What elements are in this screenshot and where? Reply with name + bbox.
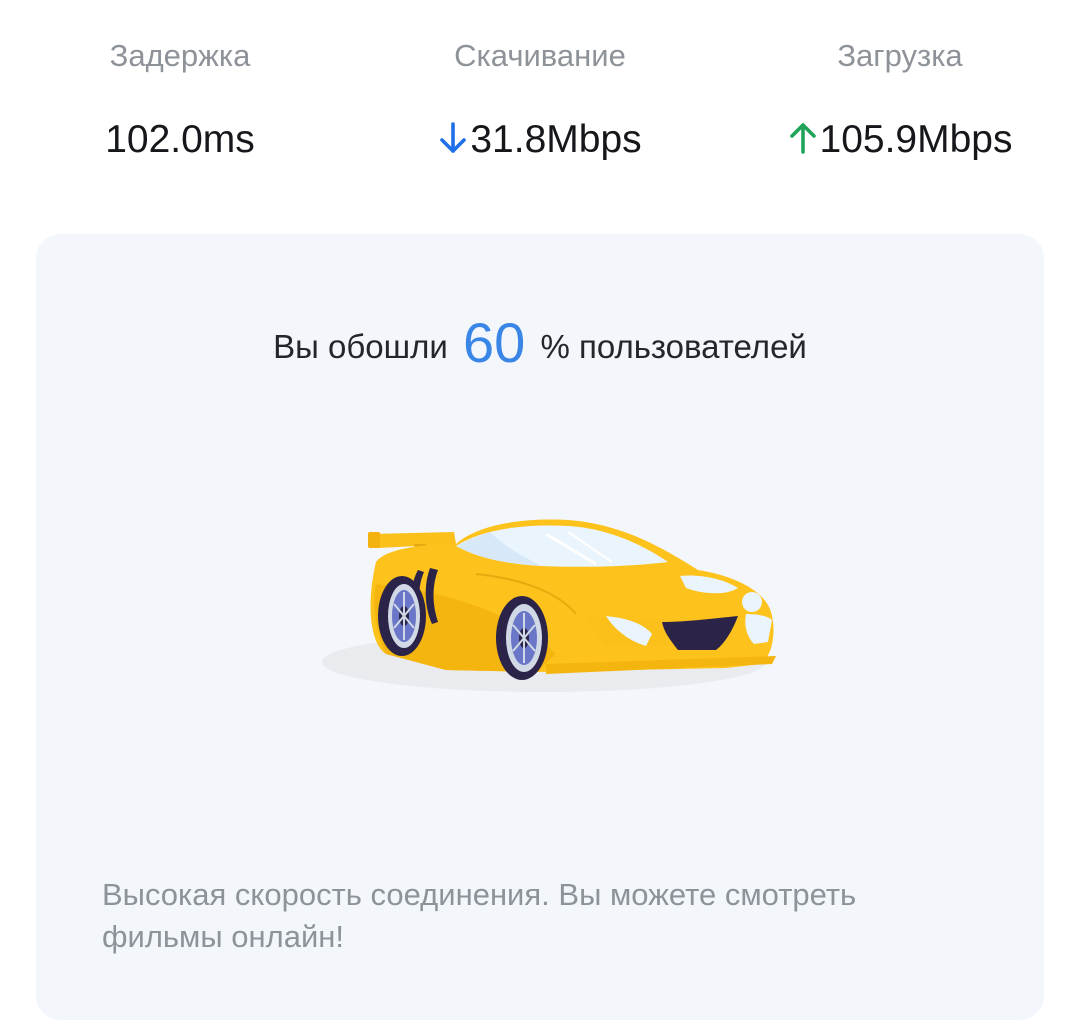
download-value: 31.8Mbps	[470, 118, 642, 161]
upload-label: Загрузка	[837, 38, 963, 73]
latency-stat: Задержка 102.0ms	[0, 0, 360, 200]
latency-value: 102.0ms	[105, 118, 255, 161]
percentile-headline: Вы обошли 60 % пользователей	[36, 310, 1044, 375]
headline-suffix: % пользователей	[540, 328, 807, 365]
download-label: Скачивание	[454, 38, 626, 73]
download-stat: Скачивание 31.8Mbps	[360, 0, 720, 200]
arrow-up-icon	[788, 118, 818, 162]
upload-value: 105.9Mbps	[819, 118, 1013, 161]
result-card: Вы обошли 60 % пользователей Высокая ско…	[36, 234, 1044, 1020]
upload-stat: Загрузка 105.9Mbps	[720, 0, 1080, 200]
sports-car-illustration	[322, 519, 776, 692]
upload-value-row: 105.9Mbps	[720, 118, 1080, 162]
latency-label: Задержка	[109, 38, 251, 73]
download-value-row: 31.8Mbps	[360, 118, 720, 162]
connection-message: Высокая скорость соединения. Вы можете с…	[102, 877, 857, 954]
percentile-value: 60	[462, 311, 526, 374]
headline-prefix: Вы обошли	[273, 328, 448, 365]
arrow-down-icon	[438, 118, 468, 162]
speed-stats: Задержка 102.0ms Скачивание 31.8Mbps Заг…	[0, 0, 1080, 200]
